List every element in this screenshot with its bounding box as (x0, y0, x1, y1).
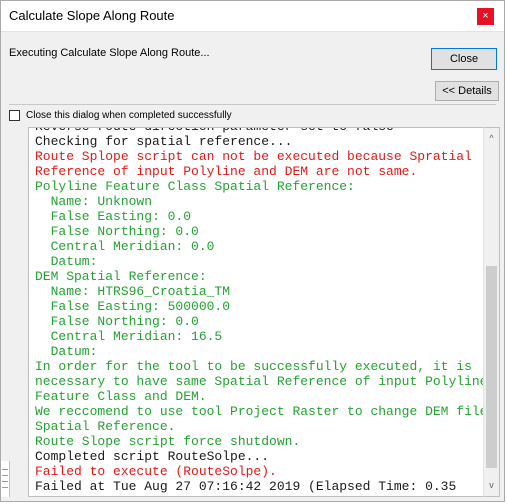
log-line: Failed to execute (RouteSolpe). (35, 464, 277, 479)
details-toggle-button[interactable]: << Details (435, 81, 499, 101)
log-line: Route Slope script force shutdown. (35, 434, 301, 449)
log-line: False Easting: 500000.0 (35, 299, 231, 314)
title-bar[interactable]: Calculate Slope Along Route × (1, 1, 504, 32)
log-line: Reverse route direction parameter set to… (35, 128, 483, 134)
scroll-thumb[interactable] (486, 266, 497, 468)
log-line: We reccomend to use tool Project Raster … (35, 404, 483, 419)
log-line: Central Meridian: 0.0 (35, 239, 215, 254)
log-line: Polyline Feature Class Spatial Reference… (35, 179, 355, 194)
splitter-grip (1, 461, 10, 497)
log-line: Reference of input Polyline and DEM are … (35, 164, 418, 179)
log-line: Feature Class and DEM. (35, 389, 207, 404)
log-line: necessary to have same Spatial Reference… (35, 374, 483, 389)
log-line: DEM Spatial Reference: (35, 269, 207, 284)
log-line: Name: HTRS96_Croatia_TM (35, 284, 231, 299)
grip-line (2, 481, 8, 482)
log-line: False Northing: 0.0 (35, 314, 199, 329)
log-line: False Northing: 0.0 (35, 224, 199, 239)
log-line: Datum: (35, 254, 98, 269)
status-text: Executing Calculate Slope Along Route... (9, 47, 210, 59)
log-line: Datum: (35, 344, 98, 359)
message-log-content: Reverse route direction parameter set to… (35, 128, 483, 494)
log-line: Completed script RouteSolpe... (35, 449, 270, 464)
divider (9, 104, 496, 105)
log-line: Failed at Tue Aug 27 07:16:42 2019 (Elap… (35, 479, 457, 494)
grip-line (2, 487, 8, 488)
log-line: Route Splope script can not be executed … (35, 149, 472, 164)
close-when-done-label: Close this dialog when completed success… (26, 110, 232, 121)
close-when-done-checkbox[interactable] (9, 110, 20, 121)
log-line: Checking for spatial reference... (35, 134, 293, 149)
log-line: In order for the tool to be successfully… (35, 359, 472, 374)
log-line: Name: Unknown (35, 194, 153, 209)
window-title: Calculate Slope Along Route (9, 8, 175, 23)
message-log[interactable]: Reverse route direction parameter set to… (28, 127, 483, 497)
scroll-up-icon[interactable]: ^ (484, 130, 499, 147)
grip-line (2, 469, 8, 470)
log-line: False Easting: 0.0 (35, 209, 192, 224)
title-close-icon[interactable]: × (477, 8, 494, 25)
calculate-slope-dialog: Calculate Slope Along Route × Executing … (0, 0, 505, 502)
log-line: Spatial Reference. (35, 419, 176, 434)
log-line: Central Meridian: 16.5 (35, 329, 223, 344)
vertical-scrollbar[interactable]: ^ v (483, 127, 500, 497)
close-button[interactable]: Close (431, 48, 497, 70)
grip-line (2, 475, 8, 476)
scroll-down-icon[interactable]: v (484, 477, 499, 494)
